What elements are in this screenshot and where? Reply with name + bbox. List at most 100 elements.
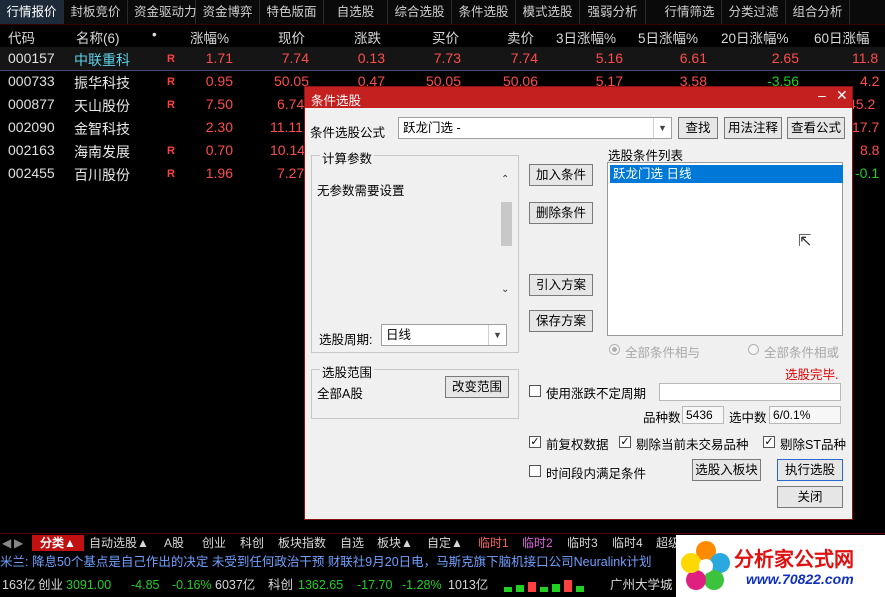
- tab-star[interactable]: 科创: [240, 535, 264, 551]
- col-price[interactable]: 现价: [278, 27, 305, 47]
- cell-20d: 2.65: [771, 50, 799, 66]
- col-pct[interactable]: 涨幅%: [190, 27, 229, 47]
- tab-feature[interactable]: 特色版面: [260, 0, 324, 24]
- change-scope-button[interactable]: 改变范围: [445, 376, 509, 398]
- col-3d[interactable]: 3日涨幅%: [556, 27, 616, 47]
- radio-or-label: 全部条件相或: [764, 346, 840, 360]
- col-bid[interactable]: 买价: [432, 27, 459, 47]
- tab-temp3[interactable]: 临时3: [567, 535, 598, 551]
- table-row[interactable]: 000157 中联重科 R 1.71 7.74 0.13 7.73 7.74 5…: [0, 47, 885, 71]
- status-gem-value: 3091.00: [66, 578, 112, 592]
- tab-watch[interactable]: 自选: [340, 535, 364, 551]
- col-5d[interactable]: 5日涨幅%: [638, 27, 698, 47]
- chevron-down-icon[interactable]: ▼: [488, 325, 506, 345]
- list-item[interactable]: 跃龙门选 日线: [610, 165, 843, 183]
- save-plan-button[interactable]: 保存方案: [529, 310, 593, 332]
- scope-value: 全部A股: [317, 387, 363, 401]
- cell-pct: 1.71: [205, 50, 233, 66]
- period-value: 日线: [386, 328, 412, 342]
- formula-select[interactable]: 跃龙门选 - ▼: [398, 117, 672, 139]
- count-label: 品种数: [643, 411, 681, 425]
- col-20d[interactable]: 20日涨幅%: [721, 27, 789, 47]
- col-name[interactable]: 名称(6): [76, 27, 120, 47]
- tab-temp1[interactable]: 临时1: [478, 535, 509, 551]
- period-select[interactable]: 日线 ▼: [381, 324, 507, 346]
- tab-quote[interactable]: 行情报价: [0, 0, 64, 24]
- col-dot: •: [152, 27, 157, 42]
- time-range-label: 时间段内满足条件: [546, 467, 647, 481]
- tab-condition[interactable]: 条件选股: [452, 0, 516, 24]
- minimize-icon[interactable]: –: [818, 87, 826, 103]
- exclude-notrade-label: 剔除当前未交易品种: [636, 438, 749, 452]
- tab-block-index[interactable]: 板块指数: [278, 535, 326, 551]
- radio-or[interactable]: [748, 344, 759, 355]
- col-ask[interactable]: 卖价: [507, 27, 534, 47]
- tab-comprehensive[interactable]: 综合选股: [388, 0, 452, 24]
- find-button[interactable]: 查找: [678, 117, 718, 139]
- add-condition-button[interactable]: 加入条件: [529, 164, 593, 186]
- tab-gem[interactable]: 创业: [202, 535, 226, 551]
- tab-custom[interactable]: 自定▲: [427, 535, 463, 551]
- scrollbar-thumb[interactable]: [501, 202, 512, 246]
- close-button[interactable]: 关闭: [777, 486, 843, 508]
- exclude-st-checkbox[interactable]: ✓: [763, 436, 775, 448]
- chevron-down-icon[interactable]: ▼: [653, 118, 671, 138]
- tab-pattern[interactable]: 模式选股: [516, 0, 580, 24]
- cell-bid: 7.73: [433, 50, 461, 66]
- formula-value: 跃龙门选 -: [403, 121, 461, 135]
- cell-3d: 5.16: [595, 50, 623, 66]
- condition-list[interactable]: 跃龙门选 日线 ⇱: [607, 162, 843, 336]
- scope-group: 选股范围 全部A股 改变范围: [311, 362, 519, 419]
- col-code[interactable]: 代码: [8, 27, 35, 47]
- column-header: 代码 名称(6) • 涨幅% 现价 涨跌 买价 卖价 3日涨幅% 5日涨幅% 2…: [0, 25, 885, 47]
- period-label: 选股周期:: [319, 333, 373, 347]
- mini-bars: [504, 579, 594, 593]
- delete-condition-button[interactable]: 删除条件: [529, 202, 593, 224]
- arrow-left-icon[interactable]: ◀: [2, 535, 11, 551]
- tab-strength[interactable]: 强弱分析: [580, 0, 646, 24]
- usage-notes-button[interactable]: 用法注释: [724, 117, 782, 139]
- tab-category[interactable]: 分类▲: [32, 535, 84, 551]
- params-scrollbar[interactable]: ⌃ ⌄: [498, 174, 515, 299]
- view-formula-button[interactable]: 查看公式: [787, 117, 845, 139]
- radio-and[interactable]: [609, 344, 620, 355]
- tab-portfolio[interactable]: 组合分析: [786, 0, 850, 24]
- params-text: 无参数需要设置: [317, 184, 405, 198]
- cell-5d: 6.61: [679, 50, 707, 66]
- exclude-notrade-checkbox[interactable]: ✓: [619, 436, 631, 448]
- import-plan-button[interactable]: 引入方案: [529, 274, 593, 296]
- tab-fund-game[interactable]: 资金博弈: [196, 0, 260, 24]
- cell-ask: 7.74: [510, 50, 538, 66]
- scroll-down-icon[interactable]: ⌄: [501, 284, 509, 295]
- variable-period-checkbox[interactable]: [529, 385, 541, 397]
- status-amount: 163亿: [2, 578, 36, 592]
- tab-category-filter[interactable]: 分类过滤: [722, 0, 786, 24]
- cell-pct: 0.95: [205, 73, 233, 89]
- col-change[interactable]: 涨跌: [354, 27, 381, 47]
- tab-block[interactable]: 板块▲: [377, 535, 413, 551]
- tab-a-share[interactable]: A股: [164, 535, 184, 551]
- tab-fund-drive[interactable]: 资金驱动力: [128, 0, 197, 24]
- close-icon[interactable]: ✕: [836, 87, 848, 104]
- scroll-up-icon[interactable]: ⌃: [501, 174, 509, 185]
- tab-temp4[interactable]: 临时4: [612, 535, 643, 551]
- run-select-button[interactable]: 执行选股: [777, 459, 843, 481]
- cell-name: 振华科技: [74, 75, 130, 91]
- tab-watchlist[interactable]: 自选股: [324, 0, 388, 24]
- cell-pct: 1.96: [205, 165, 233, 181]
- to-block-button[interactable]: 选股入板块: [692, 459, 761, 481]
- col-60d[interactable]: 60日涨幅: [814, 27, 870, 47]
- variable-period-input[interactable]: [659, 383, 841, 401]
- tab-bid[interactable]: 封板竞价: [64, 0, 128, 24]
- tab-auto-select[interactable]: 自动选股▲: [89, 535, 149, 551]
- cell-name: 海南发展: [74, 144, 130, 160]
- dialog-titlebar[interactable]: 条件选股 – ✕: [305, 87, 852, 108]
- cell-name: 金智科技: [74, 121, 130, 137]
- tab-temp2[interactable]: 临时2: [522, 535, 553, 551]
- fq-checkbox[interactable]: ✓: [529, 436, 541, 448]
- r-mark: R: [167, 76, 175, 88]
- time-range-checkbox[interactable]: [529, 465, 541, 477]
- arrow-right-icon[interactable]: ▶: [14, 535, 23, 551]
- tab-filter[interactable]: 行情筛选: [658, 0, 722, 24]
- formula-label: 条件选股公式: [310, 126, 386, 140]
